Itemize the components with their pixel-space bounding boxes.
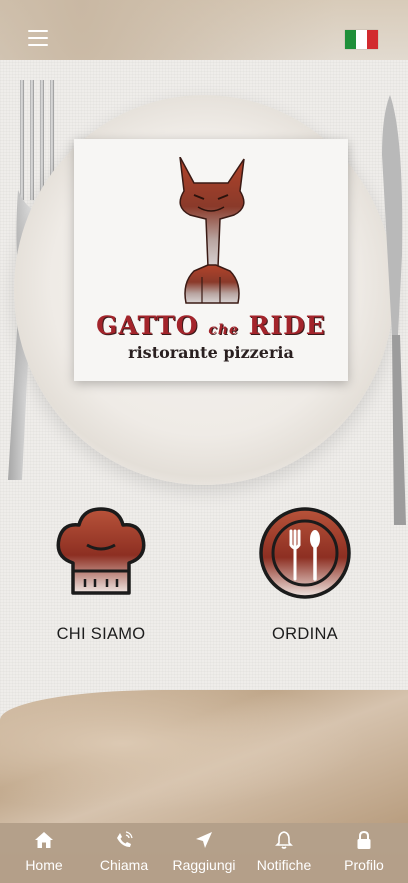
hamburger-menu-icon[interactable]	[28, 28, 48, 48]
bell-icon	[275, 831, 293, 849]
chi-siamo-label: CHI SIAMO	[56, 625, 146, 643]
ordina-label: ORDINA	[272, 625, 338, 643]
navigation-arrow-icon	[196, 832, 212, 848]
tab-chiama[interactable]: Chiama	[84, 823, 164, 883]
brand-tagline: ristorante pizzeria	[128, 343, 294, 362]
linen-napkin	[0, 690, 408, 823]
lock-icon	[357, 830, 371, 849]
tab-raggiungi[interactable]: Raggiungi	[164, 823, 244, 883]
home-icon	[35, 832, 53, 848]
tab-home[interactable]: Home	[4, 823, 84, 883]
tab-profilo[interactable]: Profilo	[324, 823, 404, 883]
italy-flag-icon[interactable]	[345, 30, 378, 49]
bottom-tab-bar: Home Chiama Raggiungi Notifiche Profilo	[0, 823, 408, 883]
cat-logo-icon	[179, 157, 245, 304]
ordina-button[interactable]: ORDINA	[240, 505, 370, 644]
knife-decoration	[382, 95, 406, 525]
chef-hat-icon	[56, 507, 146, 595]
restaurant-logo: GATTO che RIDE ristorante pizzeria	[74, 139, 348, 381]
fork-spoon-icon	[259, 507, 351, 599]
chi-siamo-button[interactable]: CHI SIAMO	[36, 505, 166, 644]
phone-icon	[117, 831, 133, 847]
brand-name: GATTO che RIDE	[96, 311, 326, 340]
tab-notifiche[interactable]: Notifiche	[244, 823, 324, 883]
